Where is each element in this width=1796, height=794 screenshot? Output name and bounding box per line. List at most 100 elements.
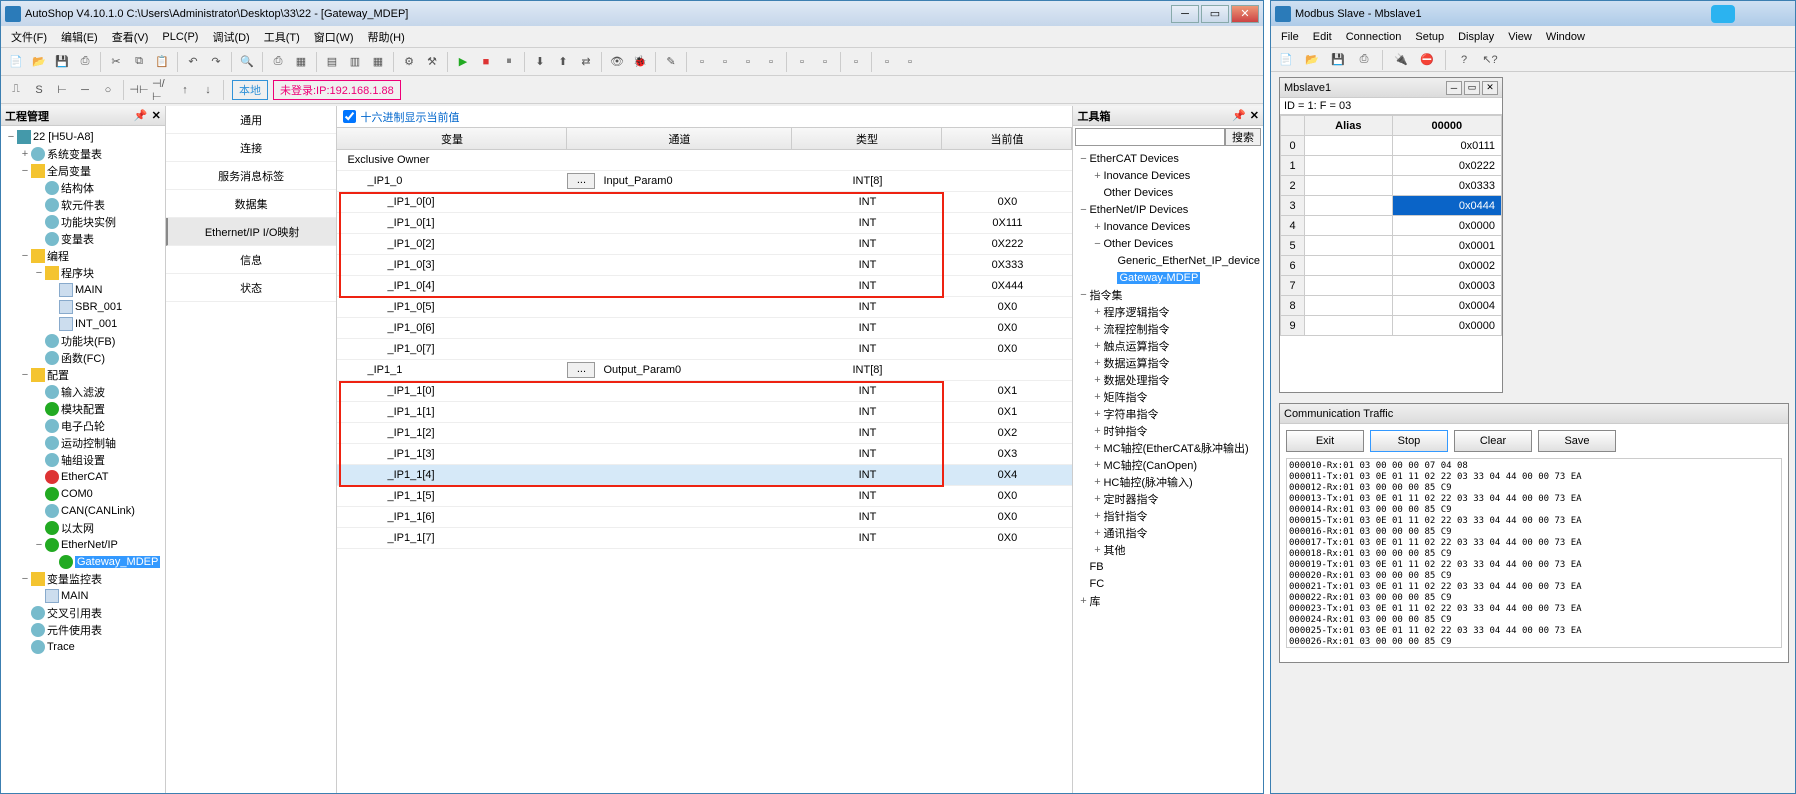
toolbox-node[interactable]: +MC轴控(CanOpen) <box>1075 456 1261 473</box>
toolbox-search-input[interactable] <box>1075 128 1225 146</box>
tree-node[interactable]: MAIN <box>3 281 163 298</box>
copy-icon[interactable]: ⧉ <box>128 51 150 73</box>
tree-node[interactable]: 模块配置 <box>3 400 163 417</box>
mb-print-icon[interactable]: ⎙ <box>1353 49 1375 71</box>
table-row[interactable]: _IP1_1[1]INT0X1 <box>337 402 1072 423</box>
menu-item[interactable]: Window <box>1540 29 1591 45</box>
mb-cursor-icon[interactable]: ↖? <box>1479 49 1501 71</box>
ct-titlebar[interactable]: Communication Traffic <box>1280 404 1788 424</box>
menu-item[interactable]: 帮助(H) <box>362 27 411 47</box>
toolbox-node[interactable]: Other Devices <box>1075 184 1261 201</box>
table-row[interactable]: _IP1_1...Output_Param0INT[8] <box>337 360 1072 381</box>
table-row[interactable]: _IP1_0[4]INT0X444 <box>337 276 1072 297</box>
maximize-button[interactable]: ▭ <box>1201 5 1229 23</box>
config-tab[interactable]: 状态 <box>166 274 337 302</box>
tree-node[interactable]: −22 [H5U-A8] <box>3 128 163 145</box>
ncontact-icon[interactable]: ⊣/⊢ <box>151 79 173 101</box>
toolbox-node[interactable]: +Inovance Devices <box>1075 218 1261 235</box>
toolbox-node[interactable]: +MC轴控(EtherCAT&脉冲输出) <box>1075 439 1261 456</box>
register-row[interactable]: 10x0222 <box>1281 156 1502 176</box>
tree-node[interactable]: 功能块(FB) <box>3 332 163 349</box>
toolbox-node[interactable]: +触点运算指令 <box>1075 337 1261 354</box>
table-row[interactable]: _IP1_1[5]INT0X0 <box>337 486 1072 507</box>
toolbox-node[interactable]: −EtherCAT Devices <box>1075 150 1261 167</box>
register-row[interactable]: 50x0001 <box>1281 236 1502 256</box>
tree-node[interactable]: 电子凸轮 <box>3 417 163 434</box>
search-icon[interactable]: 🔍 <box>236 51 258 73</box>
rising-icon[interactable]: ↑ <box>174 79 196 101</box>
debug-icon[interactable]: 🐞 <box>629 51 651 73</box>
tree-node[interactable]: −变量监控表 <box>3 570 163 587</box>
toolbox-node[interactable]: +定时器指令 <box>1075 490 1261 507</box>
tree-node[interactable]: Gateway_MDEP <box>3 553 163 570</box>
mb-doc-max[interactable]: ▭ <box>1464 81 1480 95</box>
menu-item[interactable]: View <box>1502 29 1538 45</box>
tree-node[interactable]: INT_001 <box>3 315 163 332</box>
project-tree[interactable]: −22 [H5U-A8]+系统变量表−全局变量结构体软元件表功能块实例变量表−编… <box>1 126 165 793</box>
config-tab[interactable]: 连接 <box>166 134 337 162</box>
tree-node[interactable]: CAN(CANLink) <box>3 502 163 519</box>
preview-icon[interactable]: ▦ <box>290 51 312 73</box>
toolbox-node[interactable]: +数据运算指令 <box>1075 354 1261 371</box>
close-panel-icon[interactable]: ✕ <box>152 109 161 122</box>
table-row[interactable]: _IP1_0[7]INT0X0 <box>337 339 1072 360</box>
close-button[interactable]: ✕ <box>1231 5 1259 23</box>
tree-node[interactable]: COM0 <box>3 485 163 502</box>
arrange-icon[interactable]: ▦ <box>367 51 389 73</box>
config-tab[interactable]: 数据集 <box>166 190 337 218</box>
minimize-button[interactable]: ─ <box>1171 5 1199 23</box>
table-row[interactable]: _IP1_0[3]INT0X333 <box>337 255 1072 276</box>
cloud-icon[interactable] <box>1711 5 1735 23</box>
titlebar[interactable]: AutoShop V4.10.1.0 C:\Users\Administrato… <box>1 1 1263 26</box>
mb-save-icon[interactable]: 💾 <box>1327 49 1349 71</box>
config-tab[interactable]: Ethernet/IP I/O映射 <box>166 218 337 246</box>
tree-node[interactable]: 元件使用表 <box>3 621 163 638</box>
mb-register-table[interactable]: Alias 00000 00x011110x022220x033330x0444… <box>1280 115 1502 336</box>
tree-node[interactable]: +系统变量表 <box>3 145 163 162</box>
register-row[interactable]: 60x0002 <box>1281 256 1502 276</box>
tree-node[interactable]: EtherCAT <box>3 468 163 485</box>
ct-clear-button[interactable]: Clear <box>1454 430 1532 452</box>
mb-open-icon[interactable]: 📂 <box>1301 49 1323 71</box>
browse-button[interactable]: ... <box>567 173 595 189</box>
menu-item[interactable]: 工具(T) <box>258 27 306 47</box>
toolbox-node[interactable]: +矩阵指令 <box>1075 388 1261 405</box>
toolbox-tree[interactable]: −EtherCAT Devices +Inovance Devices Other … <box>1073 148 1263 793</box>
register-row[interactable]: 30x0444 <box>1281 196 1502 216</box>
menu-item[interactable]: Edit <box>1307 29 1338 45</box>
line-icon[interactable]: ─ <box>74 79 96 101</box>
run-icon[interactable]: ▶ <box>452 51 474 73</box>
redo-icon[interactable]: ↷ <box>205 51 227 73</box>
s-icon[interactable]: S <box>28 79 50 101</box>
mb-new-icon[interactable]: 📄 <box>1275 49 1297 71</box>
table-row[interactable]: _IP1_1[6]INT0X0 <box>337 507 1072 528</box>
register-row[interactable]: 90x0000 <box>1281 316 1502 336</box>
config-tab[interactable]: 服务消息标签 <box>166 162 337 190</box>
table-row[interactable]: _IP1_0[1]INT0X111 <box>337 213 1072 234</box>
register-row[interactable]: 40x0000 <box>1281 216 1502 236</box>
tree-node[interactable]: 结构体 <box>3 179 163 196</box>
edit-icon[interactable]: ✎ <box>660 51 682 73</box>
io-table[interactable]: Exclusive Owner_IP1_0...Input_Param0INT[… <box>337 150 1072 793</box>
tree-node[interactable]: 交叉引用表 <box>3 604 163 621</box>
menu-item[interactable]: Connection <box>1340 29 1408 45</box>
toolbox-node[interactable]: −指令集 <box>1075 286 1261 303</box>
config-tab[interactable]: 通用 <box>166 106 337 134</box>
compile-icon[interactable]: ⚙ <box>398 51 420 73</box>
table-row[interactable]: _IP1_0[6]INT0X0 <box>337 318 1072 339</box>
tree-node[interactable]: 函数(FC) <box>3 349 163 366</box>
ct-exit-button[interactable]: Exit <box>1286 430 1364 452</box>
ct-stop-button[interactable]: Stop <box>1370 430 1448 452</box>
t9-icon[interactable]: ▫ <box>899 51 921 73</box>
menu-item[interactable]: 编辑(E) <box>55 27 104 47</box>
toolbox-node[interactable]: +程序逻辑指令 <box>1075 303 1261 320</box>
tree-node[interactable]: 轴组设置 <box>3 451 163 468</box>
register-row[interactable]: 70x0003 <box>1281 276 1502 296</box>
config-tab[interactable]: 信息 <box>166 246 337 274</box>
table-row[interactable]: _IP1_1[4]INT0X4 <box>337 465 1072 486</box>
toolbox-node[interactable]: +流程控制指令 <box>1075 320 1261 337</box>
cascade-icon[interactable]: ▤ <box>321 51 343 73</box>
toolbox-node[interactable]: +字符串指令 <box>1075 405 1261 422</box>
toolbox-pin-icon[interactable]: 📌 <box>1232 109 1246 122</box>
mb-doc-close[interactable]: ✕ <box>1482 81 1498 95</box>
